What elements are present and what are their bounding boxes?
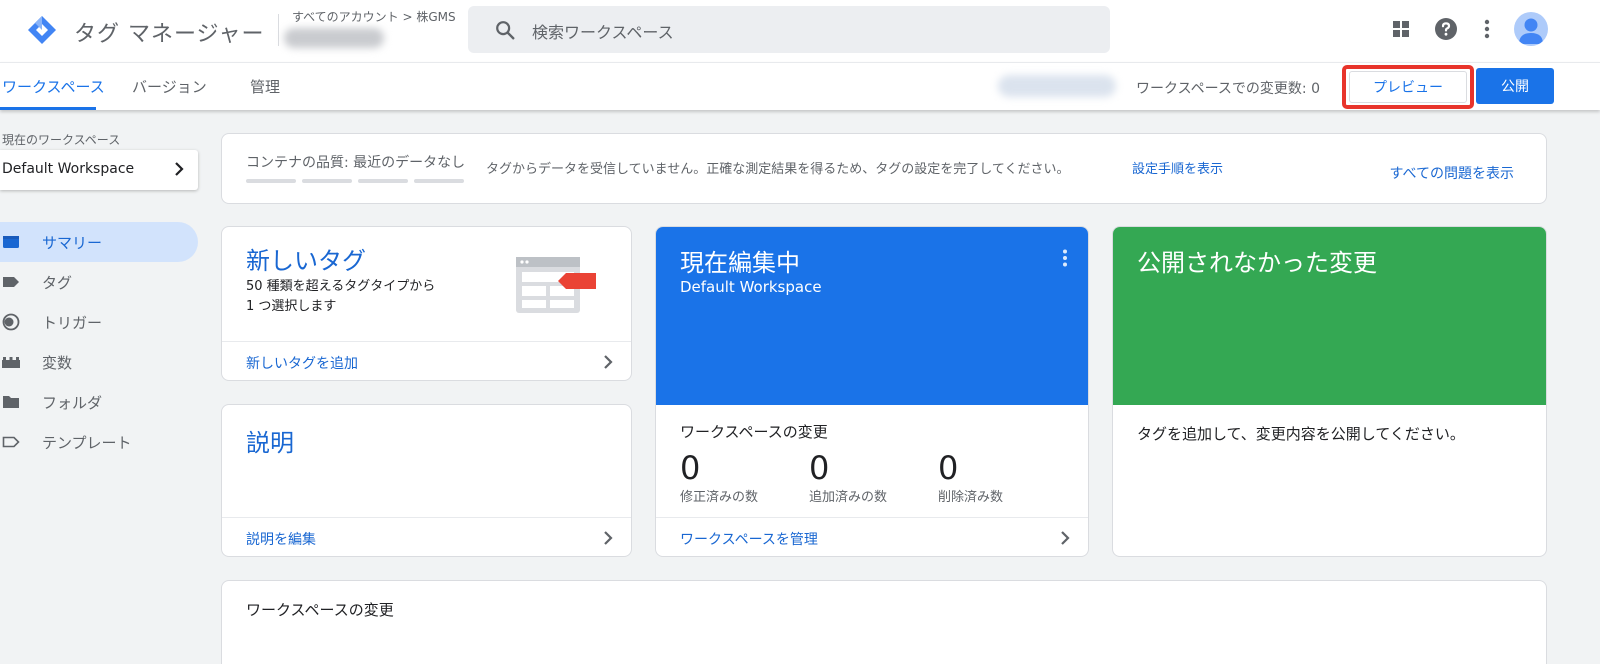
new-tag-desc-line1: 50 種類を超えるタグタイプから (246, 279, 436, 294)
manage-workspaces-link[interactable]: ワークスペースを管理 (680, 529, 818, 549)
sidebar-item-label: タグ (42, 274, 73, 292)
avatar-person-icon (1519, 18, 1543, 44)
sidebar-item-summary[interactable]: サマリー (0, 222, 198, 262)
chevron-right-icon (604, 531, 613, 545)
variables-icon (2, 357, 20, 368)
template-icon (2, 436, 20, 448)
more-vert-icon[interactable] (1062, 249, 1068, 267)
sidebar-item-label: 変数 (42, 354, 73, 372)
sidebar-item-tags[interactable]: タグ (0, 262, 198, 302)
summary-icon (3, 236, 19, 248)
sidebar-item-variables[interactable]: 変数 (0, 342, 198, 382)
currently-editing-workspace: Default Workspace (680, 278, 822, 296)
container-name-redacted[interactable] (284, 28, 384, 48)
new-tag-desc-line2: 1 つ選択します (246, 299, 337, 314)
preview-button[interactable]: プレビュー (1349, 71, 1467, 103)
tag-icon (3, 277, 19, 287)
unpublished-changes-card: 公開されなかった変更 タグを追加して、変更内容を公開してください。 (1112, 226, 1547, 557)
workspace-selector[interactable]: Default Workspace (0, 150, 198, 190)
sidebar-item-label: サマリー (42, 234, 103, 252)
container-quality-card: コンテナの品質: 最近のデータなし タグからデータを受信していません。正確な測定… (221, 133, 1547, 204)
chevron-right-icon (604, 355, 613, 369)
currently-editing-header: 現在編集中 Default Workspace (656, 227, 1088, 405)
app-title[interactable]: タグ マネージャー (74, 16, 264, 48)
chevron-right-icon (175, 162, 184, 176)
tab-versions[interactable]: バージョン (132, 76, 207, 97)
modified-count: 0 (680, 449, 701, 487)
sidebar-item-label: テンプレート (42, 434, 132, 452)
chevron-right-icon (1061, 531, 1070, 545)
container-quality-label: コンテナの品質: 最近のデータなし (246, 155, 466, 171)
edit-description-link[interactable]: 説明を編集 (246, 529, 316, 549)
tab-workspace[interactable]: ワークスペース (2, 76, 105, 97)
sidebar-item-label: トリガー (42, 314, 103, 332)
publish-button[interactable]: 公開 (1476, 68, 1554, 104)
workspace-changes-card: ワークスペースの変更 (221, 580, 1547, 664)
workspace-changes-title: ワークスペースの変更 (680, 423, 828, 441)
sidebar-item-templates[interactable]: テンプレート (0, 422, 198, 462)
sidebar-item-label: フォルダ (42, 394, 103, 412)
current-workspace-label: 現在のワークスペース (2, 133, 121, 147)
currently-editing-card: 現在編集中 Default Workspace ワークスペースの変更 0 修正済… (655, 226, 1089, 557)
search-bar[interactable]: 検索ワークスペース (468, 6, 1110, 53)
quality-meter (246, 179, 464, 183)
add-new-tag-row[interactable]: 新しいタグを追加 (222, 341, 631, 380)
new-tag-illustration-icon (516, 257, 596, 313)
description-card: 説明 説明を編集 (221, 404, 632, 557)
workspace-changes-card-title: ワークスペースの変更 (246, 601, 394, 619)
workspace-name: Default Workspace (2, 161, 135, 177)
modified-count-label: 修正済みの数 (680, 490, 759, 505)
deleted-count: 0 (938, 449, 959, 487)
unpublished-changes-header: 公開されなかった変更 (1113, 227, 1546, 405)
apps-grid-icon[interactable] (1388, 16, 1414, 42)
folder-icon (3, 396, 19, 408)
breadcrumb[interactable]: すべてのアカウント > 株GMS (292, 8, 456, 25)
unpublished-changes-title: 公開されなかった変更 (1137, 249, 1377, 277)
manage-workspaces-row[interactable]: ワークスペースを管理 (656, 517, 1088, 556)
workspace-tab-bar: ワークスペース バージョン 管理 ワークスペースでの変更数: 0 プレビュー 公… (0, 62, 1600, 110)
deleted-count-label: 削除済み数 (938, 490, 1004, 505)
account-avatar[interactable] (1514, 12, 1548, 46)
added-count: 0 (809, 449, 830, 487)
show-all-issues-link[interactable]: すべての問題を表示 (1390, 163, 1514, 183)
workspace-change-count: ワークスペースでの変更数: 0 (1136, 81, 1320, 97)
new-tag-description: 50 種類を超えるタグタイプから 1 つ選択します (246, 277, 435, 317)
new-tag-title[interactable]: 新しいタグ (246, 241, 366, 276)
search-icon (496, 21, 515, 40)
sidebar-item-folders[interactable]: フォルダ (0, 382, 198, 422)
trigger-icon (2, 313, 20, 331)
add-new-tag-link[interactable]: 新しいタグを追加 (246, 353, 358, 373)
unpublished-changes-message: タグを追加して、変更内容を公開してください。 (1137, 425, 1465, 443)
sidebar-item-triggers[interactable]: トリガー (0, 302, 198, 342)
help-icon[interactable] (1433, 16, 1459, 42)
quality-message: タグからデータを受信していません。正確な測定結果を得るため、タグの設定を完了して… (486, 162, 1070, 177)
currently-editing-title: 現在編集中 (680, 249, 800, 277)
app-header: タグ マネージャー すべてのアカウント > 株GMS 検索ワークスペース (0, 0, 1600, 62)
header-divider (278, 14, 279, 46)
more-vert-icon[interactable] (1474, 16, 1500, 42)
search-placeholder: 検索ワークスペース (532, 23, 674, 42)
new-tag-card: 新しいタグ 50 種類を超えるタグタイプから 1 つ選択します 新しいタグを追加 (221, 226, 632, 381)
container-id-redacted (998, 75, 1116, 97)
gtm-logo-icon[interactable] (26, 14, 58, 46)
edit-description-row[interactable]: 説明を編集 (222, 517, 631, 556)
description-title: 説明 (246, 429, 294, 457)
added-count-label: 追加済みの数 (809, 490, 888, 505)
show-setup-steps-link[interactable]: 設定手順を表示 (1132, 158, 1223, 177)
tab-admin[interactable]: 管理 (250, 76, 280, 97)
active-tab-indicator (0, 107, 96, 110)
